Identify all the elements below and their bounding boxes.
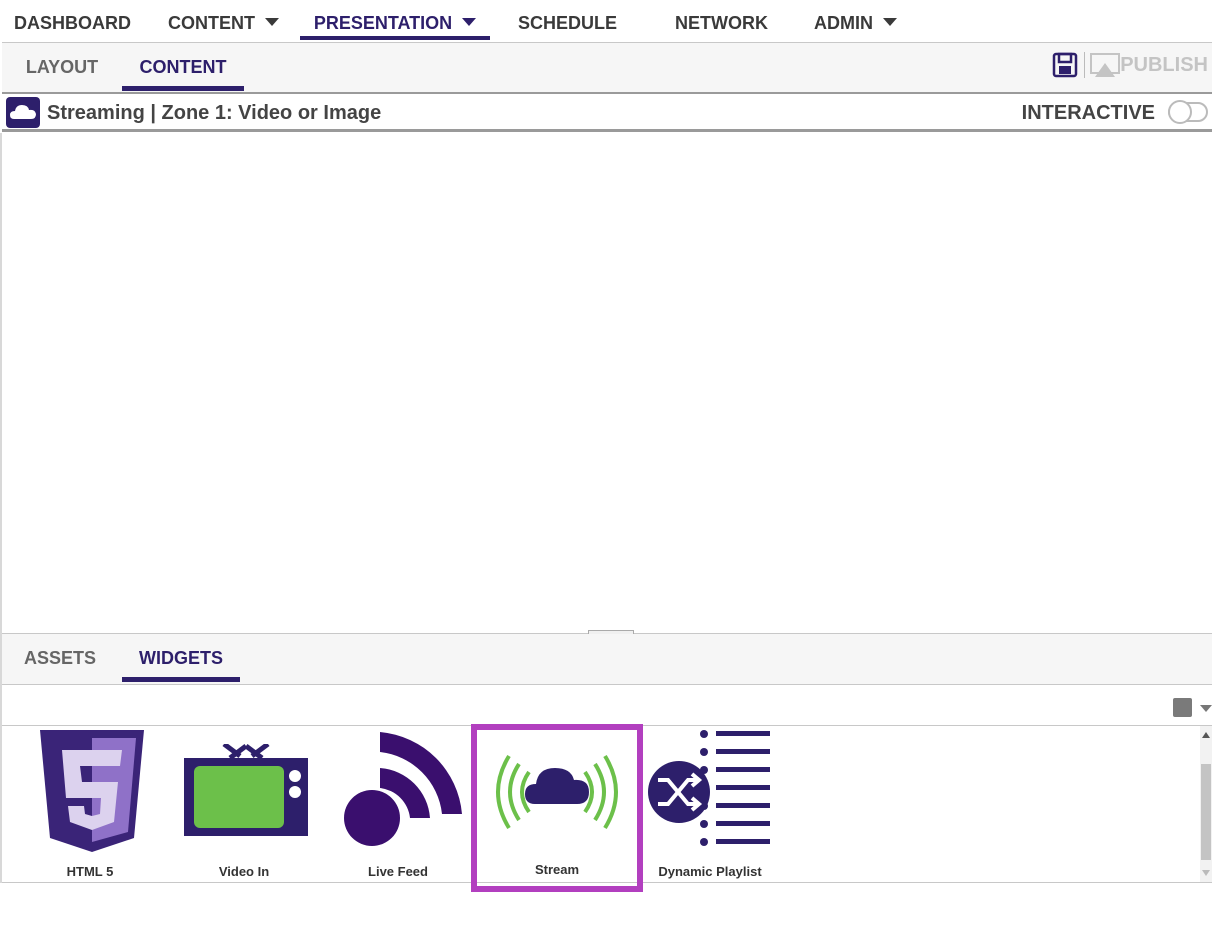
cloud-icon [6, 97, 40, 128]
publish-button[interactable]: PUBLISH [1120, 54, 1208, 77]
widget-html5[interactable]: HTML 5 [10, 726, 170, 882]
save-icon[interactable] [1052, 52, 1078, 78]
widget-video-in[interactable]: Video In [164, 726, 324, 882]
tab-widgets-label: WIDGETS [139, 648, 223, 668]
widget-stream[interactable]: Stream [471, 724, 643, 892]
toggle-knob [1168, 100, 1192, 124]
scroll-thumb[interactable] [1201, 764, 1211, 860]
tab-content[interactable]: CONTENT [122, 43, 244, 91]
editor-tabbar: LAYOUT CONTENT [2, 42, 1212, 94]
cloud-stream-icon [496, 754, 618, 830]
widget-label: Video In [218, 864, 270, 879]
zone-header: Streaming | Zone 1: Video or Image INTER… [2, 92, 1212, 132]
scroll-up-arrow-icon[interactable] [1202, 732, 1210, 738]
widget-label: Stream [534, 862, 580, 877]
library-tabbar: ASSETS WIDGETS [2, 634, 1212, 685]
nav-presentation[interactable]: PRESENTATION [300, 0, 490, 40]
nav-schedule-label: SCHEDULE [518, 13, 618, 33]
tab-assets-label: ASSETS [23, 648, 97, 668]
tv-icon [184, 744, 308, 836]
nav-network-label: NETWORK [675, 13, 768, 33]
nav-admin-label: ADMIN [814, 13, 873, 33]
interactive-toggle[interactable] [1168, 100, 1208, 124]
tab-content-label: CONTENT [139, 57, 227, 77]
zone-title: Streaming | Zone 1: Video or Image [47, 102, 382, 124]
chevron-down-icon[interactable] [1200, 705, 1212, 712]
widget-list: HTML 5 Video In Live Feed Stream Dynamic… [2, 724, 1212, 892]
chevron-down-icon [462, 18, 477, 26]
airplay-icon[interactable] [1090, 53, 1120, 79]
nav-dashboard[interactable]: DASHBOARD [14, 0, 131, 40]
html5-icon [40, 730, 144, 852]
nav-content-label: CONTENT [168, 13, 255, 33]
nav-admin[interactable]: ADMIN [814, 0, 897, 40]
nav-network[interactable]: NETWORK [675, 0, 768, 40]
nav-schedule[interactable]: SCHEDULE [518, 0, 617, 40]
view-mode-button[interactable] [1173, 698, 1192, 717]
rss-feed-icon [344, 732, 462, 846]
tab-assets[interactable]: ASSETS [8, 634, 112, 680]
tab-widgets[interactable]: WIDGETS [122, 634, 240, 682]
widget-live-feed[interactable]: Live Feed [318, 726, 478, 882]
library-toolbar [2, 685, 1212, 726]
shuffle-list-icon [648, 730, 770, 846]
tab-layout[interactable]: LAYOUT [10, 43, 114, 89]
toolbar-divider [1084, 52, 1085, 78]
widget-scrollbar[interactable] [1200, 726, 1212, 882]
interactive-label: INTERACTIVE [1021, 102, 1155, 124]
tab-layout-label: LAYOUT [25, 57, 99, 77]
chevron-down-icon [265, 18, 279, 26]
scroll-down-arrow-icon[interactable] [1202, 870, 1210, 876]
widget-label: Live Feed [368, 864, 428, 879]
chevron-down-icon [883, 18, 897, 26]
nav-presentation-label: PRESENTATION [313, 13, 453, 33]
widget-label: HTML 5 [66, 864, 114, 879]
nav-content[interactable]: CONTENT [168, 0, 279, 40]
zone-canvas[interactable] [2, 133, 1212, 634]
nav-dashboard-label: DASHBOARD [14, 13, 131, 33]
widget-dynamic-playlist[interactable]: Dynamic Playlist [630, 726, 790, 882]
top-navigation: DASHBOARD CONTENT PRESENTATION SCHEDULE … [0, 0, 1212, 42]
widget-label: Dynamic Playlist [658, 864, 762, 879]
